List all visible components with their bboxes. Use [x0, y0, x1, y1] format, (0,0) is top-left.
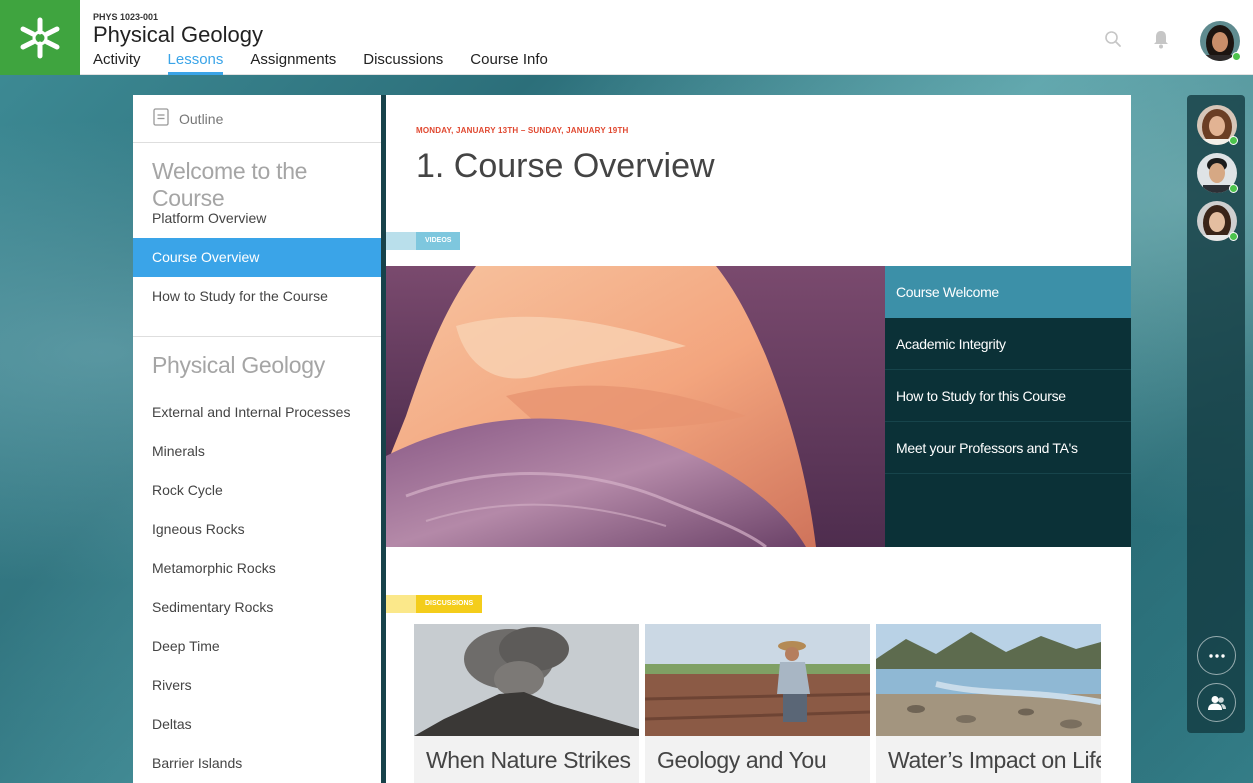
canyon-thumbnail: [386, 266, 885, 549]
course-code: PHYS 1023-001: [93, 12, 159, 22]
videos-tag-stub: [386, 232, 416, 250]
discussion-title: Water’s Impact on Life: [876, 736, 1101, 783]
online-status-dot: [1229, 136, 1238, 145]
outline-item-igneous-rocks[interactable]: Igneous Rocks: [133, 510, 381, 549]
lesson-date-range: MONDAY, JANUARY 13TH – SUNDAY, JANUARY 1…: [416, 126, 629, 135]
discussion-cards: When Nature Strikes Geology and You Wate…: [414, 624, 1107, 783]
outline-item-processes[interactable]: External and Internal Processes: [133, 393, 381, 432]
outline-item-barrier-islands[interactable]: Barrier Islands: [133, 744, 381, 783]
people-button[interactable]: [1197, 683, 1236, 722]
playlist-item-academic-integrity[interactable]: Academic Integrity: [885, 318, 1131, 370]
people-icon: [1207, 695, 1226, 710]
lesson-outline: Outline Welcome to the Course Platform O…: [133, 95, 381, 783]
river-thumbnail: [876, 624, 1101, 736]
volcano-thumbnail: [414, 624, 639, 736]
outline-item-deep-time[interactable]: Deep Time: [133, 627, 381, 666]
online-user-avatar[interactable]: [1197, 201, 1238, 241]
discussion-card-nature[interactable]: When Nature Strikes: [414, 624, 639, 783]
search-icon[interactable]: [1104, 30, 1122, 53]
outline-item-metamorphic-rocks[interactable]: Metamorphic Rocks: [133, 549, 381, 588]
discussions-tag: DISCUSSIONS: [386, 595, 483, 613]
online-status-dot: [1232, 52, 1241, 61]
playlist-item-how-to-study[interactable]: How to Study for this Course: [885, 370, 1131, 422]
outline-item-sedimentary-rocks[interactable]: Sedimentary Rocks: [133, 588, 381, 627]
playlist-item-course-welcome[interactable]: Course Welcome: [885, 266, 1131, 318]
outline-item-how-to-study[interactable]: How to Study for the Course: [133, 277, 381, 316]
discussion-title: When Nature Strikes: [414, 736, 639, 783]
discussion-card-water[interactable]: Water’s Impact on Life: [876, 624, 1101, 783]
asterisk-logo-icon: [20, 17, 60, 58]
outline-item-deltas[interactable]: Deltas: [133, 705, 381, 744]
course-nav: Activity Lessons Assignments Discussions…: [93, 51, 575, 75]
tab-activity[interactable]: Activity: [93, 51, 141, 75]
outline-header[interactable]: Outline: [133, 95, 381, 143]
videos-tag-label: VIDEOS: [416, 232, 461, 250]
video-playlist: Course Welcome Academic Integrity How to…: [885, 266, 1131, 547]
discussion-card-geology[interactable]: Geology and You: [645, 624, 870, 783]
video-section: Course Welcome Academic Integrity How to…: [386, 266, 1131, 549]
outline-label: Outline: [179, 110, 224, 127]
farmer-thumbnail: [645, 624, 870, 736]
lesson-content: MONDAY, JANUARY 13TH – SUNDAY, JANUARY 1…: [386, 95, 1131, 783]
outline-item-minerals[interactable]: Minerals: [133, 432, 381, 471]
app-logo[interactable]: [0, 0, 80, 75]
presence-panel: [1187, 95, 1245, 733]
top-header: PHYS 1023-001 Physical Geology Activity …: [0, 0, 1253, 75]
discussions-tag-stub: [386, 595, 416, 613]
more-icon: [1208, 653, 1225, 658]
section-title-welcome: Welcome to the Course: [152, 158, 308, 211]
section-title-physical-geology: Physical Geology: [152, 352, 325, 378]
bell-icon[interactable]: [1152, 29, 1170, 54]
outline-item-rivers[interactable]: Rivers: [133, 666, 381, 705]
video-player[interactable]: [386, 266, 885, 549]
online-status-dot: [1229, 232, 1238, 241]
more-button[interactable]: [1197, 636, 1236, 675]
tab-assignments[interactable]: Assignments: [250, 51, 336, 75]
online-status-dot: [1229, 184, 1238, 193]
videos-tag: VIDEOS: [386, 232, 461, 250]
lesson-title: 1. Course Overview: [416, 147, 715, 185]
tab-course-info[interactable]: Course Info: [470, 51, 548, 75]
tab-lessons[interactable]: Lessons: [167, 51, 224, 75]
online-user-avatar[interactable]: [1197, 105, 1238, 145]
playlist-item-meet-professors[interactable]: Meet your Professors and TA's: [885, 422, 1131, 474]
document-icon: [153, 108, 169, 129]
discussion-title: Geology and You: [645, 736, 870, 783]
discussions-tag-label: DISCUSSIONS: [416, 595, 483, 613]
user-avatar[interactable]: [1200, 21, 1241, 61]
course-title: Physical Geology: [93, 22, 263, 47]
online-user-avatar[interactable]: [1197, 153, 1238, 193]
outline-item-course-overview[interactable]: Course Overview: [133, 238, 381, 277]
section-divider: [133, 336, 381, 337]
outline-item-rock-cycle[interactable]: Rock Cycle: [133, 471, 381, 510]
outline-item-platform-overview[interactable]: Platform Overview: [133, 199, 381, 238]
tab-discussions[interactable]: Discussions: [363, 51, 443, 75]
